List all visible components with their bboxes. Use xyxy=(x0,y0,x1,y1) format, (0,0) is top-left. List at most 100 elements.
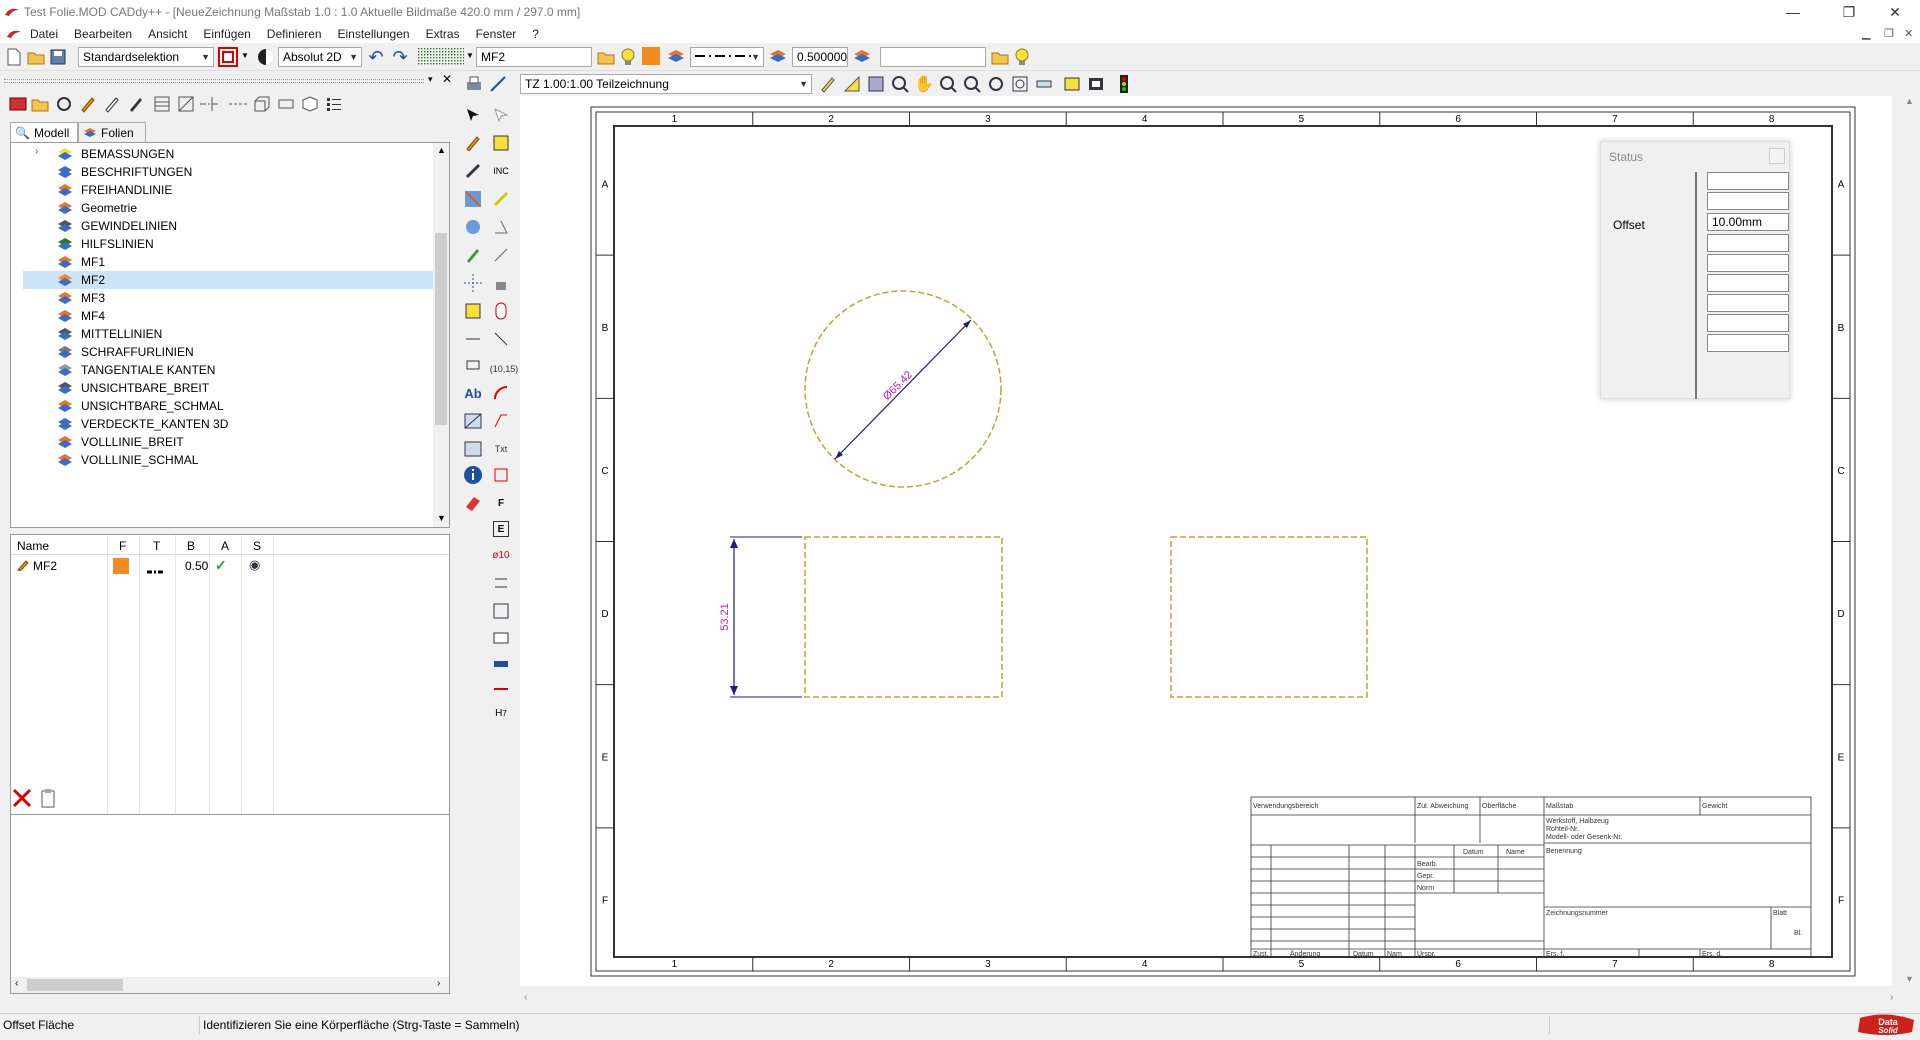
status-dialog-close-button[interactable] xyxy=(1769,148,1785,164)
scroll-down-icon[interactable]: ▼ xyxy=(437,513,446,523)
tree-item-gewindelinien[interactable]: GEWINDELINIEN xyxy=(57,217,177,235)
zoom-out-icon[interactable] xyxy=(962,74,982,94)
blue-ruler-icon[interactable] xyxy=(490,652,512,674)
mdi-close-button[interactable]: ✕ xyxy=(1904,27,1913,40)
layer-folder-icon[interactable] xyxy=(596,47,616,67)
select-color-icon[interactable] xyxy=(218,47,238,67)
tab-folien[interactable]: Folien xyxy=(78,122,146,142)
green-pen-icon[interactable] xyxy=(462,244,484,266)
e-label[interactable]: E xyxy=(493,521,509,537)
redo-icon[interactable]: ↷ xyxy=(390,47,410,67)
f-label[interactable]: F xyxy=(490,492,512,514)
delete-layer-icon[interactable] xyxy=(12,788,32,808)
snap-box-icon[interactable] xyxy=(490,600,512,622)
tree-item-mf3[interactable]: MF3 xyxy=(57,289,105,307)
coord-mode-select[interactable]: Absolut 2D ▼ xyxy=(278,47,362,67)
layer-name-field[interactable]: MF2 xyxy=(476,47,592,67)
align-icon[interactable] xyxy=(462,328,484,350)
panel-pin-icon[interactable]: ▾ xyxy=(428,74,433,85)
arc-icon[interactable] xyxy=(490,382,512,404)
layer-refresh-icon[interactable] xyxy=(54,94,74,114)
tree-item-unsichtbare-breit[interactable]: UNSICHTBARE_BREIT xyxy=(57,379,209,397)
dashed-line-icon[interactable] xyxy=(228,94,248,114)
col-b[interactable]: B xyxy=(187,539,195,553)
fit-tolerance-icon[interactable]: H7 xyxy=(490,702,512,724)
line-type-select[interactable]: ▼ xyxy=(690,47,764,67)
row-linetype-icon[interactable] xyxy=(147,563,165,574)
tree-item-geometrie[interactable]: Geometrie xyxy=(57,199,137,217)
new-file-icon[interactable] xyxy=(4,47,24,67)
tree-item-mittellinien[interactable]: MITTELLINIEN xyxy=(57,325,162,343)
col-name[interactable]: Name xyxy=(17,539,49,553)
width-stack-icon[interactable] xyxy=(852,47,872,67)
angle-icon[interactable] xyxy=(490,216,512,238)
col-f[interactable]: F xyxy=(119,539,126,553)
minimize-button[interactable]: — xyxy=(1770,0,1816,24)
menu-bearbeiten[interactable]: Bearbeiten xyxy=(66,27,140,41)
tree-item-tangentiale-kanten[interactable]: TANGENTIALE KANTEN xyxy=(57,361,215,379)
select-arrow-gray-icon[interactable] xyxy=(490,104,512,126)
selection-mode-select[interactable]: Standardselektion ▼ xyxy=(78,47,214,67)
screen-icon[interactable] xyxy=(1086,74,1106,94)
info-scroll-thumb[interactable] xyxy=(27,979,123,991)
zoom-prev-icon[interactable] xyxy=(1010,74,1030,94)
hatch-pattern2-icon[interactable] xyxy=(462,438,484,460)
col-a[interactable]: A xyxy=(221,539,229,553)
break-line-icon[interactable] xyxy=(490,678,512,700)
canvas-scroll-right-icon[interactable]: › xyxy=(1890,992,1893,1003)
menu-ansicht[interactable]: Ansicht xyxy=(140,27,195,41)
zoom-in-icon[interactable] xyxy=(938,74,958,94)
menu-extras[interactable]: Extras xyxy=(418,27,468,41)
status-field-5[interactable] xyxy=(1707,254,1789,272)
table-row[interactable]: MF2 0.50 ✓ ◉ xyxy=(11,557,449,575)
line-angle-icon[interactable] xyxy=(490,244,512,266)
undo-icon[interactable]: ↶ xyxy=(366,47,386,67)
menu-datei[interactable]: Datei xyxy=(22,27,66,41)
zoom-window-icon[interactable] xyxy=(890,74,910,94)
box-3d-icon[interactable] xyxy=(252,94,272,114)
tree-scrollbar[interactable]: ▲ ▼ xyxy=(433,143,449,527)
line-width-icon[interactable] xyxy=(768,47,788,67)
scroll-up-icon[interactable]: ▲ xyxy=(437,145,446,155)
snap-mode-icon[interactable] xyxy=(256,47,276,67)
tree-item-unsichtbare-schmal[interactable]: UNSICHTBARE_SCHMAL xyxy=(57,397,224,415)
status-field-9[interactable] xyxy=(1707,334,1789,352)
rotate-icon[interactable] xyxy=(462,216,484,238)
text-abc-icon[interactable]: Ab xyxy=(462,382,484,404)
brush-icon[interactable] xyxy=(126,94,146,114)
clipboard-icon[interactable] xyxy=(38,788,58,808)
tools-icon[interactable] xyxy=(462,160,484,182)
select-view-icon[interactable] xyxy=(866,74,886,94)
menu-definieren[interactable]: Definieren xyxy=(259,27,330,41)
traffic-light-icon[interactable] xyxy=(1114,74,1134,94)
offset-input[interactable]: 10.00mm xyxy=(1707,213,1789,231)
expand-chevron-icon[interactable]: › xyxy=(35,146,38,157)
list-icon[interactable] xyxy=(324,94,344,114)
canvas-scroll-down-icon[interactable]: ▼ xyxy=(1905,974,1914,984)
close-button[interactable]: ✕ xyxy=(1872,0,1918,24)
canvas-vscrollbar[interactable] xyxy=(1892,96,1900,986)
canvas-scroll-up-icon[interactable]: ▲ xyxy=(1905,96,1914,106)
snap-point-icon[interactable] xyxy=(462,300,484,322)
mdi-restore-button[interactable]: ❐ xyxy=(1884,27,1894,40)
tree-item-freihandlinie[interactable]: FREIHANDLINIE xyxy=(57,181,172,199)
pan-hand-icon[interactable]: ✋ xyxy=(914,74,934,94)
tangent-edge-icon[interactable] xyxy=(276,94,296,114)
tree-scroll-thumb[interactable] xyxy=(435,233,447,425)
distance-icon[interactable] xyxy=(490,328,512,350)
panel-close-icon[interactable]: ✕ xyxy=(442,72,452,86)
layer-open-icon[interactable] xyxy=(30,94,50,114)
info-icon[interactable] xyxy=(462,464,484,486)
tree-item-mf2[interactable]: MF2 xyxy=(23,271,443,289)
row-visible-eye-icon[interactable]: ◉ xyxy=(249,557,260,573)
row-active-check-icon[interactable]: ✓ xyxy=(215,557,227,574)
tolerance-icon[interactable] xyxy=(490,572,512,594)
status-field-2[interactable] xyxy=(1707,192,1789,210)
restore-button[interactable]: ❐ xyxy=(1826,0,1872,24)
status-field-8[interactable] xyxy=(1707,314,1789,332)
info-hscrollbar[interactable]: ‹ › xyxy=(11,977,449,993)
status-field-7[interactable] xyxy=(1707,294,1789,312)
save-icon[interactable] xyxy=(48,47,68,67)
tree-item-mf1[interactable]: MF1 xyxy=(57,253,105,271)
incl-icon[interactable]: INC xyxy=(490,160,512,182)
